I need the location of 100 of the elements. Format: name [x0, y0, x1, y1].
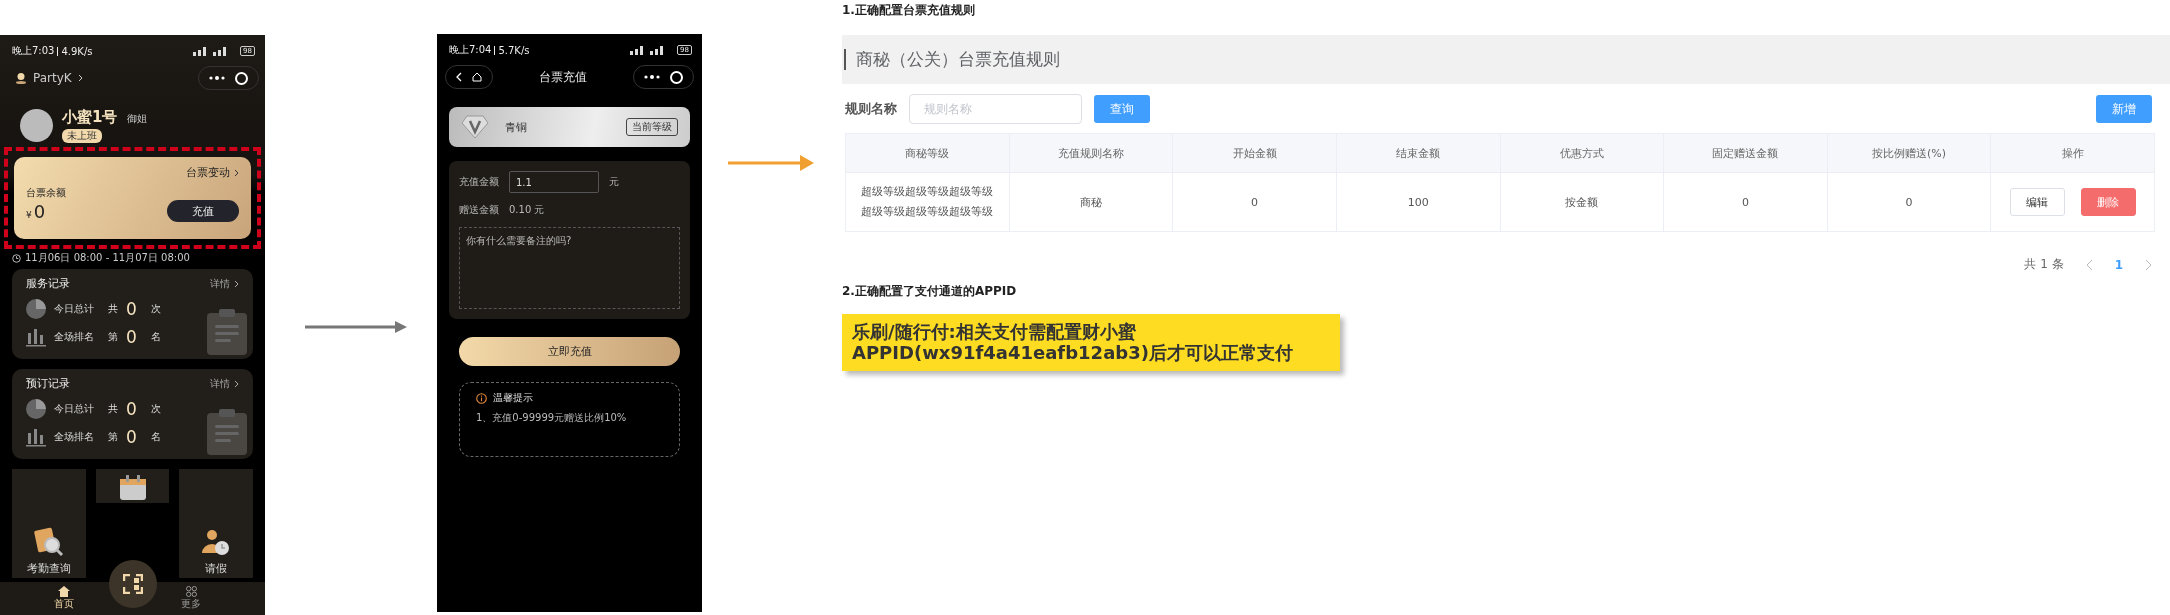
balance-label: 台票余额 — [26, 186, 67, 200]
time-range: 11月06日 08:00 - 11月07日 08:00 — [25, 251, 190, 265]
card-title: 服务记录 — [26, 276, 70, 291]
scan-button[interactable] — [109, 560, 157, 608]
stat-unit: 名 — [150, 330, 161, 344]
stat-value: 0 — [126, 427, 137, 447]
chevron-right-icon — [77, 74, 83, 82]
back-icon — [456, 72, 462, 82]
diamond-v-icon — [461, 115, 489, 139]
menu-tile[interactable] — [95, 469, 170, 503]
work-status-badge: 未上班 — [62, 129, 102, 143]
status-time: 晚上7:03 — [12, 44, 55, 58]
pie-chart-icon — [26, 299, 46, 319]
chevron-right-icon — [234, 379, 239, 388]
document-search-icon — [33, 527, 64, 557]
page-title: 台票充值 — [539, 68, 587, 86]
section-heading: 1.正确配置台票充值规则 — [842, 2, 976, 19]
user-role: 御姐 — [127, 112, 148, 126]
column-header: 商秘等级 — [845, 133, 1010, 173]
qr-scan-icon — [123, 574, 143, 594]
stat-value: 0 — [126, 399, 137, 419]
panel-title: 商秘（公关）台票充值规则 — [844, 49, 1060, 70]
home-icon — [472, 72, 482, 82]
section-heading: 2.正确配置了支付通道的APPID — [842, 283, 1018, 300]
stat-label: 全场排名 — [54, 330, 94, 344]
clock-icon — [12, 253, 21, 263]
more-dots-icon — [644, 75, 660, 79]
filter-label: 规则名称 — [845, 100, 897, 118]
stat-value: 0 — [126, 327, 137, 347]
column-header: 优惠方式 — [1500, 133, 1664, 173]
card-title: 预订记录 — [26, 376, 70, 391]
stat-unit: 次 — [150, 402, 161, 416]
bar-chart-icon — [26, 427, 46, 447]
amount-label: 充值金额 — [459, 175, 499, 189]
menu-tile[interactable]: 请假 — [179, 469, 253, 578]
stat-prefix: 共 — [108, 402, 118, 416]
currency-unit: 元 — [609, 175, 619, 189]
network-speed: 4.9K/s — [61, 45, 93, 57]
notice-text: 乐刷/随行付:相关支付需配置财小蜜 APPID(wx91f4a41eafb12ab3)后才可以正常支付 — [842, 314, 1340, 372]
column-header: 结束金额 — [1336, 133, 1500, 173]
calendar-icon — [118, 475, 147, 501]
stat-unit: 次 — [150, 302, 161, 316]
stat-value: 0 — [126, 299, 137, 319]
amount-input[interactable]: 1.1 — [509, 171, 599, 193]
column-header: 充值规则名称 — [1009, 133, 1173, 173]
tip-text: 1、充值0-99999元赠送比例10% — [476, 411, 628, 425]
column-header: 按比例赠送(%) — [1827, 133, 1991, 173]
column-header: 固定赠送金额 — [1663, 133, 1828, 173]
recharge-now-button[interactable]: 立即充值 — [459, 337, 680, 366]
stat-label: 全场排名 — [54, 430, 94, 444]
bar-chart-icon — [26, 327, 46, 347]
table-cell: 按金额 — [1500, 172, 1664, 232]
tile-label: 请假 — [205, 561, 228, 576]
table-cell: 0 — [1663, 172, 1828, 232]
ticket-changes-link[interactable]: 台票变动 — [186, 165, 230, 180]
location-pin-icon — [15, 72, 27, 84]
network-speed: 5.7K/s — [498, 44, 530, 56]
table-cell: 0 — [1827, 172, 1991, 232]
menu-tile[interactable]: 考勤查询 — [12, 469, 86, 578]
table-cell: 0 — [1172, 172, 1337, 232]
table-cell: 商秘 — [1009, 172, 1173, 232]
pie-chart-icon — [26, 399, 46, 419]
grid-icon — [185, 586, 197, 597]
clipboard-icon — [205, 407, 249, 455]
home-icon — [57, 586, 70, 597]
recharge-button[interactable]: 充值 — [167, 200, 239, 222]
column-header: 操作 — [1990, 133, 2155, 173]
current-level-badge: 当前等级 — [626, 118, 678, 136]
gift-label: 赠送金额 — [459, 203, 499, 217]
more-dots-icon — [209, 76, 225, 80]
stat-unit: 名 — [150, 430, 161, 444]
info-icon — [476, 392, 487, 404]
stat-prefix: 第 — [108, 430, 118, 444]
stat-label: 今日总计 — [54, 302, 94, 316]
tile-label: 考勤查询 — [26, 561, 71, 576]
tab-bar-item[interactable]: 首页 — [53, 582, 74, 615]
user-name: 小蜜1号 — [62, 108, 118, 127]
stat-label: 今日总计 — [54, 402, 94, 416]
total-count: 共 1 条 — [2024, 256, 2064, 273]
edit-button[interactable]: 编辑 — [2009, 188, 2065, 216]
rule-name-input[interactable]: 规则名称 — [909, 94, 1082, 124]
stat-prefix: 第 — [108, 330, 118, 344]
status-time: 晚上7:04 — [449, 43, 492, 57]
mini-program-name[interactable]: PartyK — [33, 71, 72, 85]
note-field[interactable]: 你有什么需要备注的吗? — [459, 227, 680, 309]
table-cell: 100 — [1336, 172, 1500, 232]
details-link[interactable]: 详情 — [210, 276, 230, 291]
details-link[interactable]: 详情 — [210, 376, 230, 391]
person-clock-icon — [201, 529, 232, 557]
column-header: 开始金额 — [1172, 133, 1337, 173]
table-cell: 超级等级超级等级超级等级超级等级超级等级超级等级 — [845, 172, 1010, 232]
tab-bar-item[interactable]: 更多 — [181, 582, 202, 615]
chevron-right-icon — [234, 279, 239, 288]
level-name: 青铜 — [505, 119, 527, 135]
clipboard-icon — [205, 307, 249, 355]
balance-amount: ¥0 — [26, 200, 46, 222]
stat-prefix: 共 — [108, 302, 118, 316]
chevron-right-icon — [234, 168, 239, 177]
gift-amount: 0.10 元 — [509, 203, 545, 217]
tips-title: 温馨提示 — [493, 391, 533, 405]
